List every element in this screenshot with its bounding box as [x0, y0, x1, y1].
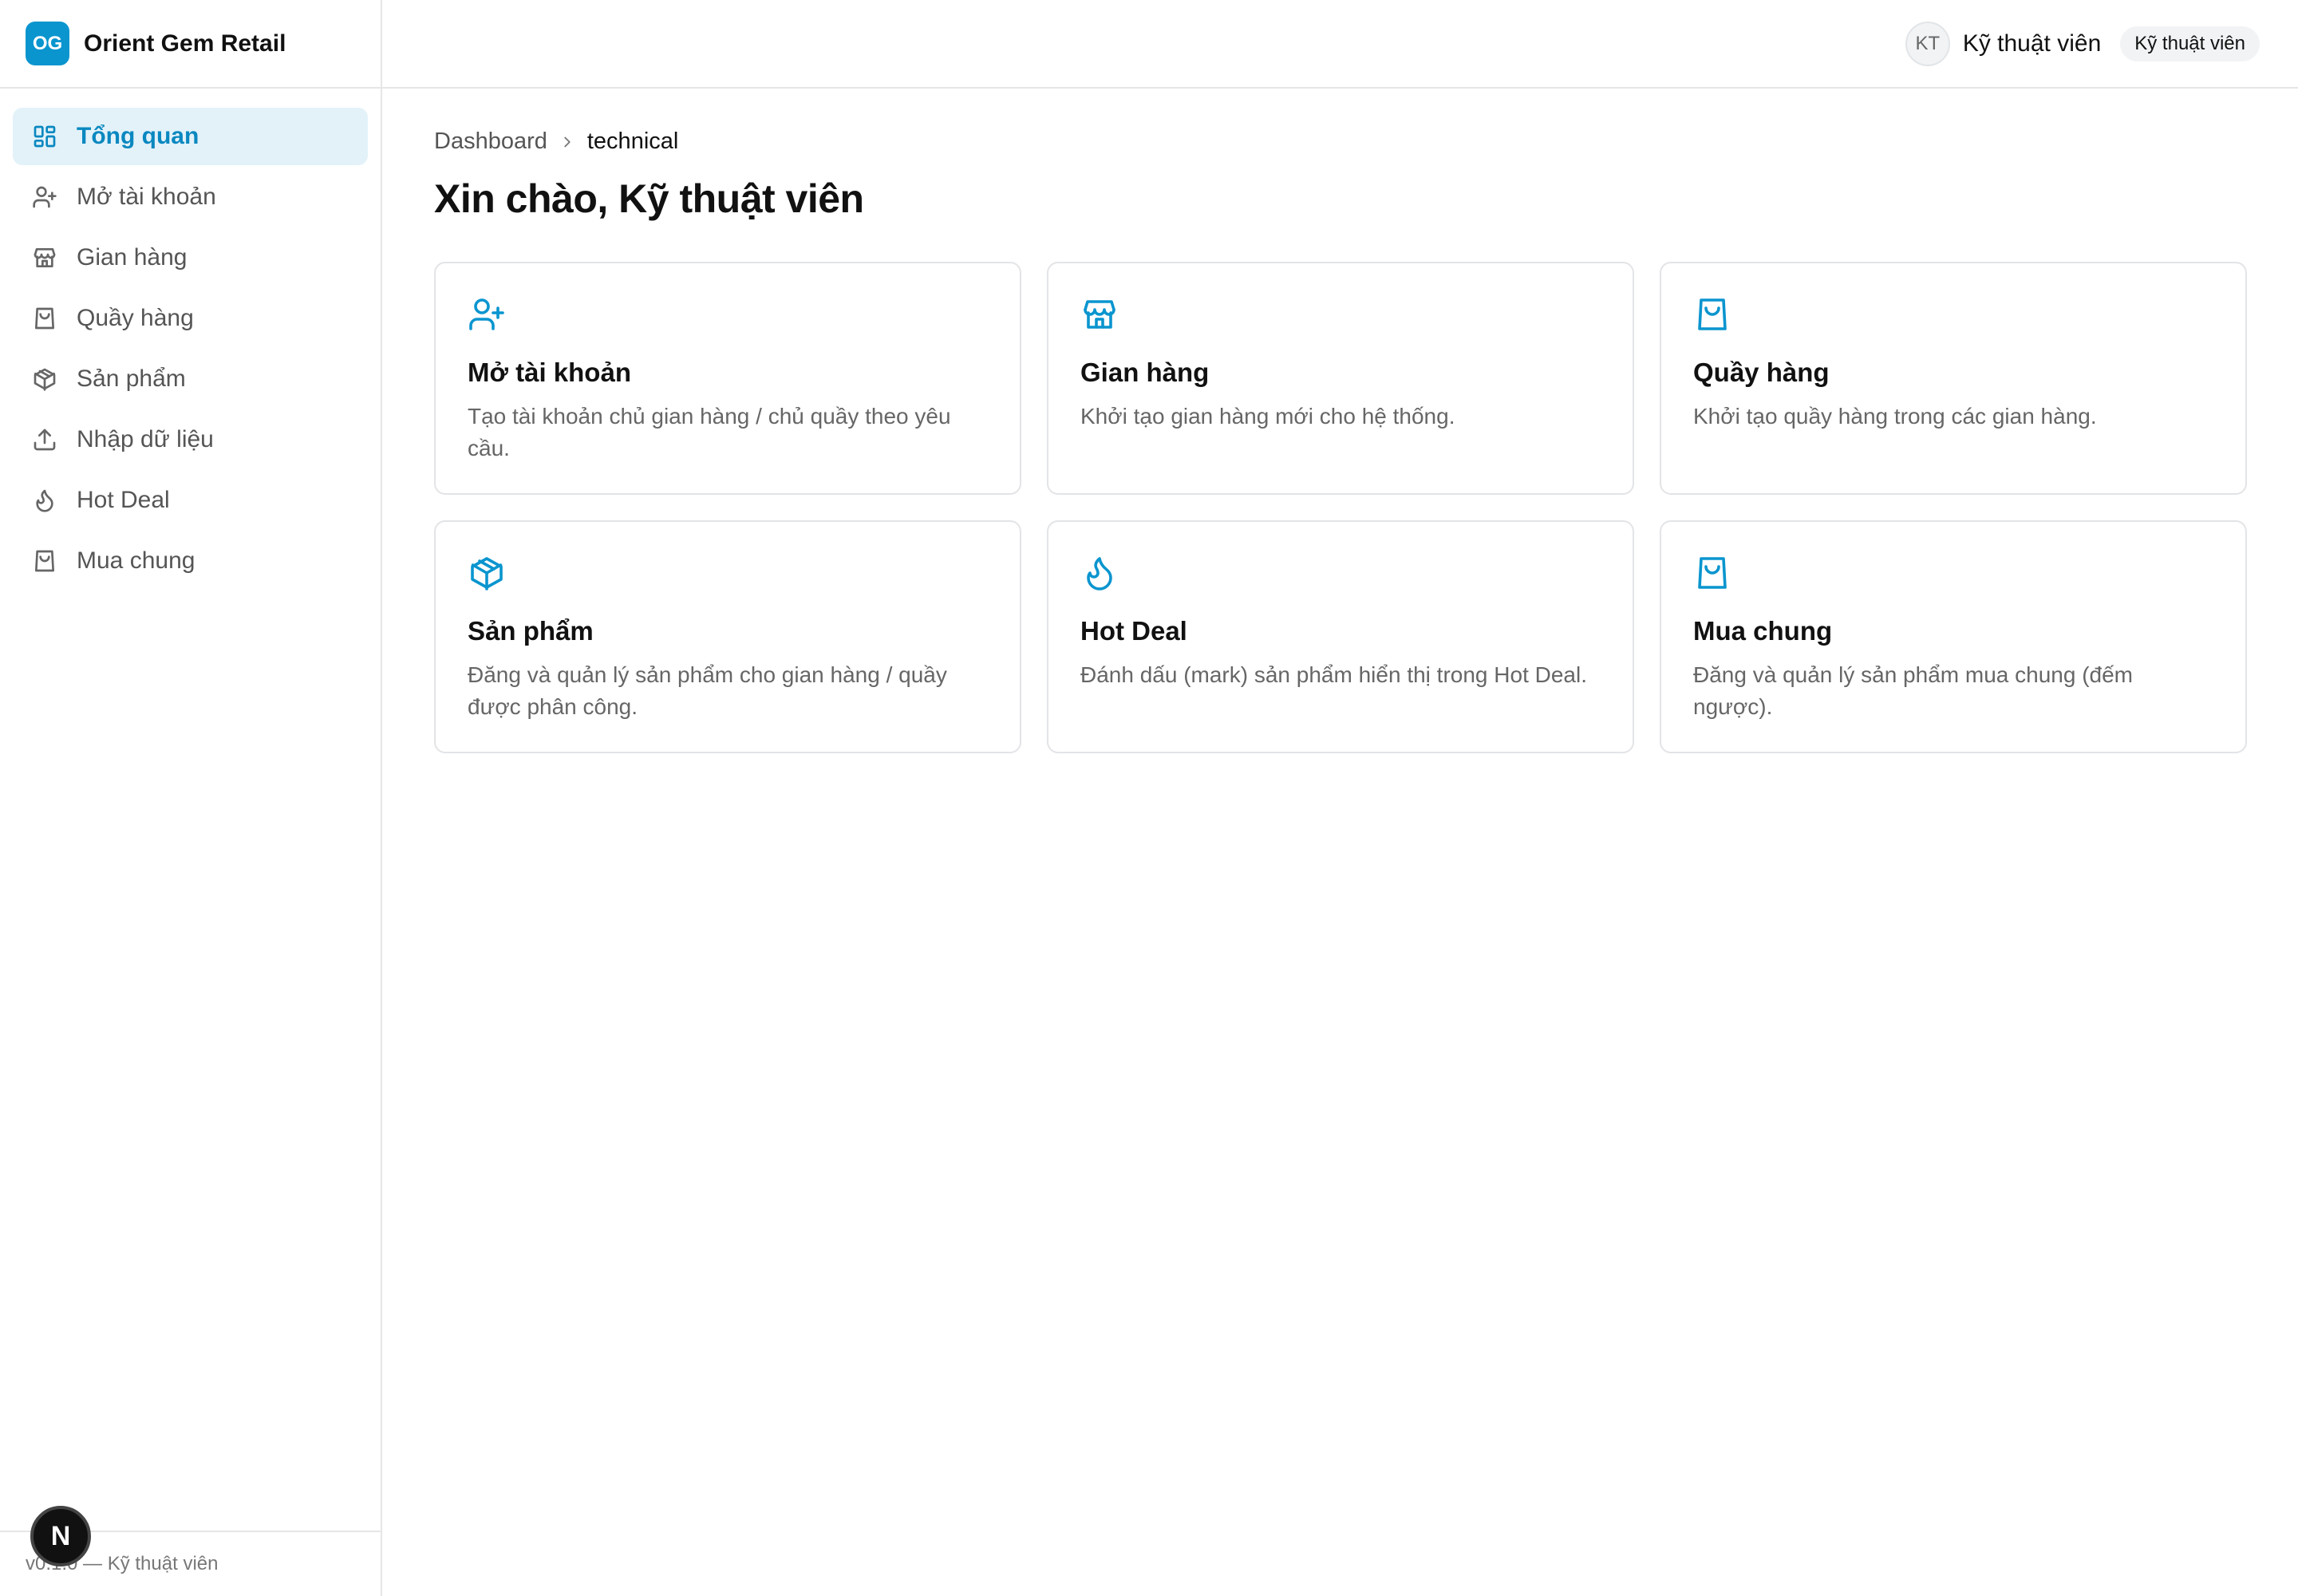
dev-tools-label: N	[50, 1520, 71, 1551]
card-title: Hot Deal	[1080, 616, 1187, 646]
card-description: Đăng và quản lý sản phẩm mua chung (đếm …	[1693, 662, 2133, 719]
sidebar-item-label: Gian hàng	[77, 244, 188, 271]
store-icon	[32, 245, 57, 271]
sidebar-item-label: Tổng quan	[77, 123, 199, 149]
top-header: KT Kỹ thuật viên Kỹ thuật viên	[382, 0, 2298, 89]
card-gian-hang[interactable]: Gian hàng Khởi tạo gian hàng mới cho hệ …	[1047, 262, 1634, 495]
card-san-pham[interactable]: Sản phẩm Đăng và quản lý sản phẩm cho gi…	[434, 520, 1021, 753]
card-mua-chung[interactable]: Mua chung Đăng và quản lý sản phẩm mua c…	[1660, 520, 2247, 753]
dev-tools-button[interactable]: N	[30, 1506, 91, 1566]
breadcrumb-current: technical	[586, 128, 679, 154]
dashboard-icon	[32, 124, 57, 149]
shopping-bag-icon	[1693, 295, 1731, 334]
card-description: Đánh dấu (mark) sản phẩm hiển thị trong …	[1080, 662, 1587, 687]
feature-card-grid: Mở tài khoản Tạo tài khoản chủ gian hàng…	[434, 262, 2247, 753]
chevron-right-icon	[559, 133, 576, 151]
card-title: Gian hàng	[1080, 358, 1210, 387]
sidebar-item-hot-deal[interactable]: Hot Deal	[13, 472, 368, 529]
card-title: Quầy hàng	[1693, 358, 1830, 387]
sidebar-item-label: Hot Deal	[77, 487, 170, 513]
sidebar-item-label: Quầy hàng	[77, 305, 194, 331]
sidebar-nav: Tổng quan Mở tài khoản Gian hàng Quầy hà…	[0, 89, 381, 590]
sidebar-item-label: Mua chung	[77, 547, 195, 574]
card-description: Đăng và quản lý sản phẩm cho gian hàng /…	[468, 662, 947, 719]
main-content: Dashboard technical Xin chào, Kỹ thuật v…	[434, 89, 2247, 753]
sidebar-item-label: Sản phẩm	[77, 365, 186, 392]
flame-icon	[32, 488, 57, 513]
user-plus-icon	[32, 184, 57, 210]
sidebar-item-mo-tai-khoan[interactable]: Mở tài khoản	[13, 168, 368, 226]
card-title: Mở tài khoản	[468, 358, 631, 387]
sidebar-item-san-pham[interactable]: Sản phẩm	[13, 350, 368, 408]
role-badge: Kỹ thuật viên	[2120, 26, 2260, 61]
package-icon	[32, 366, 57, 392]
sidebar-item-gian-hang[interactable]: Gian hàng	[13, 229, 368, 286]
user-name[interactable]: Kỹ thuật viên	[1963, 30, 2101, 57]
sidebar-item-quay-hang[interactable]: Quầy hàng	[13, 290, 368, 347]
brand[interactable]: OG Orient Gem Retail	[0, 0, 381, 89]
card-description: Khởi tạo quầy hàng trong các gian hàng.	[1693, 404, 2097, 429]
card-title: Mua chung	[1693, 616, 1833, 646]
card-title: Sản phẩm	[468, 616, 594, 646]
sidebar-item-tong-quan[interactable]: Tổng quan	[13, 108, 368, 165]
card-description: Khởi tạo gian hàng mới cho hệ thống.	[1080, 404, 1455, 429]
avatar[interactable]: KT	[1905, 21, 1950, 66]
brand-name: Orient Gem Retail	[84, 30, 286, 57]
sidebar: OG Orient Gem Retail Tổng quan Mở tài kh…	[0, 0, 382, 1596]
breadcrumb: Dashboard technical	[434, 128, 2247, 155]
sidebar-item-nhap-du-lieu[interactable]: Nhập dữ liệu	[13, 411, 368, 468]
shopping-bag-icon	[32, 548, 57, 574]
flame-icon	[1080, 554, 1119, 592]
breadcrumb-dashboard-link[interactable]: Dashboard	[434, 128, 547, 155]
card-hot-deal[interactable]: Hot Deal Đánh dấu (mark) sản phẩm hiển t…	[1047, 520, 1634, 753]
store-icon	[1080, 295, 1119, 334]
page-title: Xin chào, Kỹ thuật viên	[434, 176, 864, 221]
shopping-bag-icon	[1693, 554, 1731, 592]
shopping-bag-icon	[32, 306, 57, 331]
card-quay-hang[interactable]: Quầy hàng Khởi tạo quầy hàng trong các g…	[1660, 262, 2247, 495]
sidebar-item-label: Nhập dữ liệu	[77, 426, 214, 452]
card-mo-tai-khoan[interactable]: Mở tài khoản Tạo tài khoản chủ gian hàng…	[434, 262, 1021, 495]
card-description: Tạo tài khoản chủ gian hàng / chủ quầy t…	[468, 404, 951, 460]
sidebar-item-label: Mở tài khoản	[77, 184, 216, 210]
package-icon	[468, 554, 506, 592]
app-root: OG Orient Gem Retail Tổng quan Mở tài kh…	[0, 0, 2298, 1596]
brand-logo: OG	[26, 22, 69, 65]
sidebar-item-mua-chung[interactable]: Mua chung	[13, 532, 368, 590]
upload-icon	[32, 427, 57, 452]
user-plus-icon	[468, 295, 506, 334]
